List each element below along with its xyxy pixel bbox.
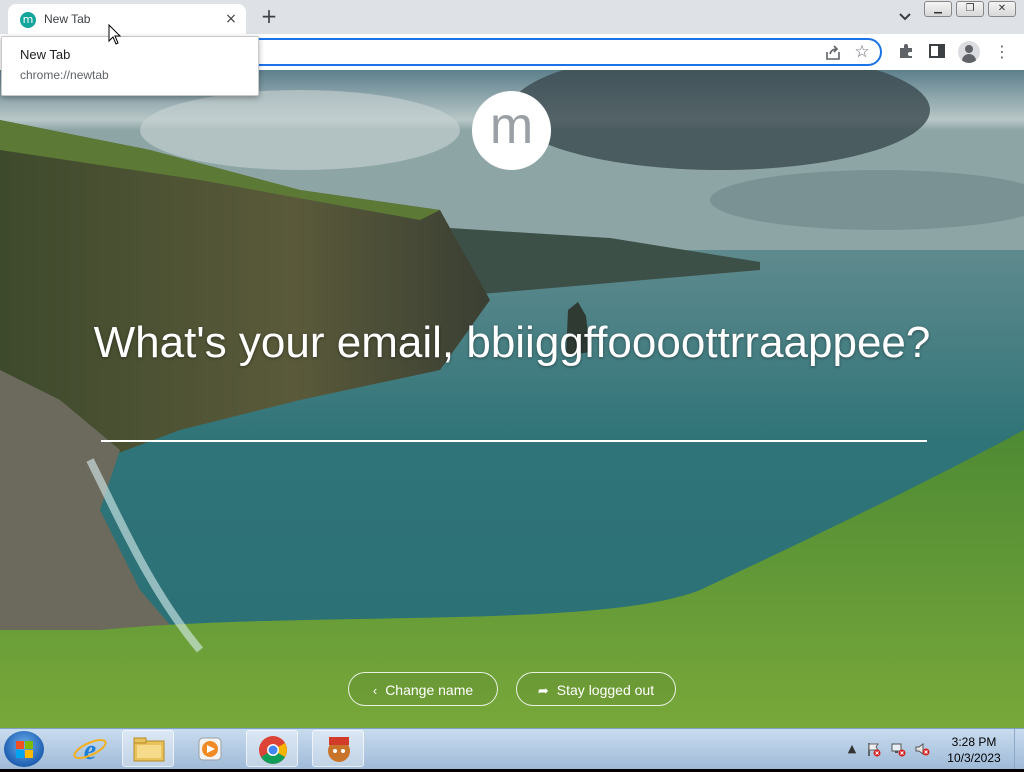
game-character-icon xyxy=(328,737,350,762)
new-tab-page: m What's your email, bbiiggffoooottrraap… xyxy=(0,70,1024,728)
close-window-button[interactable]: ✕ xyxy=(988,1,1016,17)
extensions-puzzle-icon[interactable] xyxy=(896,42,916,62)
profile-avatar-icon[interactable] xyxy=(958,41,980,63)
menu-kebab-icon[interactable]: ⋮ xyxy=(992,42,1012,62)
change-name-button[interactable]: ‹ Change name xyxy=(348,672,498,706)
tab-close-icon[interactable]: × xyxy=(222,10,240,28)
taskbar-game-app[interactable] xyxy=(312,730,364,767)
minimize-button[interactable]: ▁ xyxy=(924,1,952,17)
internet-explorer-icon: e xyxy=(73,735,107,766)
email-input[interactable] xyxy=(101,404,927,442)
start-button[interactable] xyxy=(4,731,44,767)
tab-strip: m New Tab × + ▁ ❐ ✕ xyxy=(0,0,1024,34)
share-icon[interactable] xyxy=(824,44,842,62)
change-name-label: Change name xyxy=(385,682,474,698)
network-icon[interactable] xyxy=(890,741,906,757)
restore-button[interactable]: ❐ xyxy=(956,1,984,17)
tab-hover-card: New Tab chrome://newtab xyxy=(1,36,259,96)
hover-card-title: New Tab xyxy=(20,47,71,62)
media-player-icon xyxy=(198,737,222,761)
share-arrow-icon: ➦ xyxy=(537,683,549,698)
stay-logged-out-button[interactable]: ➦ Stay logged out xyxy=(516,672,676,706)
show-desktop-button[interactable] xyxy=(1014,729,1024,769)
new-tab-button[interactable]: + xyxy=(258,6,280,28)
mouse-cursor-icon xyxy=(108,23,122,46)
folder-icon xyxy=(133,737,165,762)
clock-time: 3:28 PM xyxy=(951,735,997,749)
show-hidden-icons-arrow-icon[interactable]: ▲ xyxy=(844,741,860,757)
hover-card-url: chrome://newtab xyxy=(20,68,109,82)
chevron-left-icon: ‹ xyxy=(372,683,378,698)
stay-logged-out-label: Stay logged out xyxy=(556,682,655,698)
windows-logo-icon xyxy=(16,741,33,758)
taskbar-clock[interactable]: 3:28 PM 10/3/2023 xyxy=(944,734,1004,766)
email-prompt-heading: What's your email, bbiiggffoooottrraappe… xyxy=(93,318,931,367)
taskbar-file-explorer[interactable] xyxy=(122,730,174,767)
momentum-logo: m xyxy=(472,91,551,170)
volume-muted-icon[interactable] xyxy=(914,741,930,757)
window-controls: ▁ ❐ ✕ xyxy=(924,1,1016,19)
tab-new-tab[interactable]: m New Tab × xyxy=(8,4,246,34)
taskbar-chrome[interactable] xyxy=(246,730,298,767)
tab-title: New Tab xyxy=(44,12,91,26)
chrome-icon xyxy=(259,736,287,764)
action-center-flag-icon[interactable] xyxy=(866,741,882,757)
tab-favicon-icon: m xyxy=(20,12,36,28)
windows-taskbar: e ▲ 3:28 PM 10/3/2023 xyxy=(0,728,1024,769)
taskbar-media-player[interactable] xyxy=(184,730,236,767)
clock-date: 10/3/2023 xyxy=(947,751,1001,765)
side-panel-icon[interactable] xyxy=(927,42,947,62)
bookmark-star-icon[interactable]: ☆ xyxy=(852,42,872,62)
tab-search-chevron-icon[interactable] xyxy=(896,9,914,25)
taskbar-internet-explorer[interactable]: e xyxy=(64,730,116,767)
svg-text:e: e xyxy=(84,735,96,766)
